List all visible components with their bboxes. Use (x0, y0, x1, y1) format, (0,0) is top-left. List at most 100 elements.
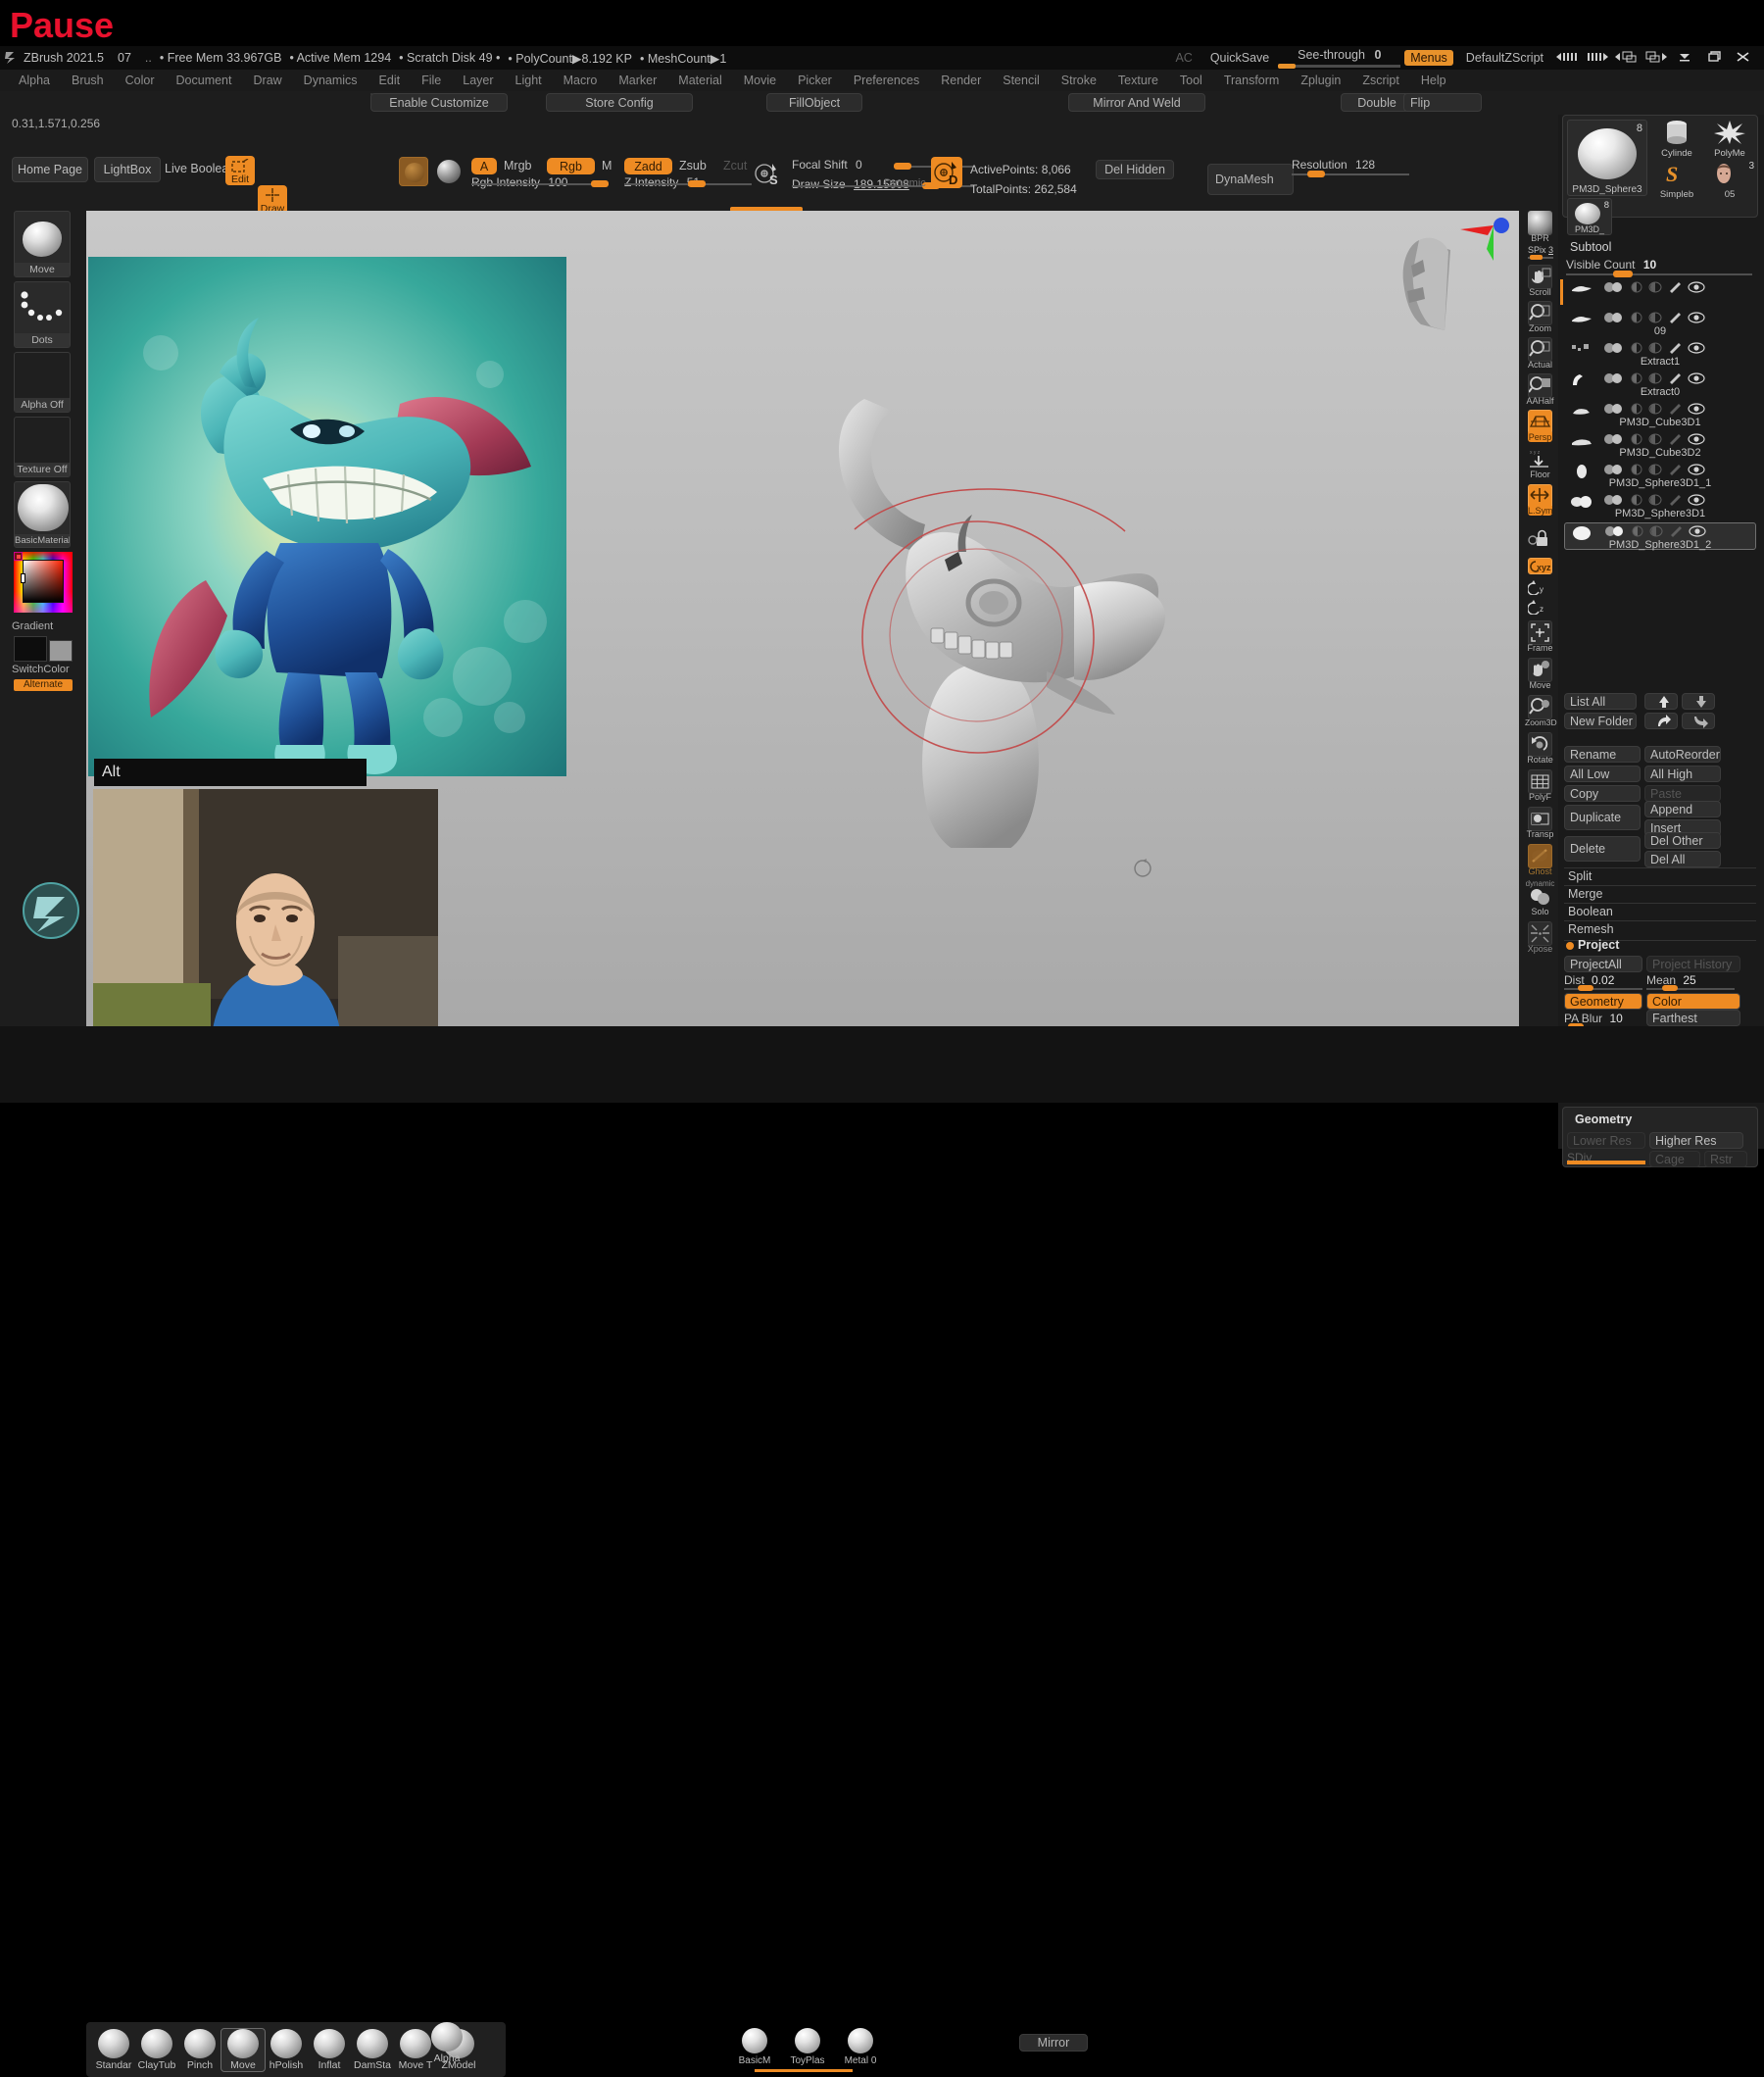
menu-item-movie[interactable]: Movie (733, 72, 787, 89)
dist-slider[interactable]: Dist 0.02 (1564, 973, 1642, 991)
material-button-0[interactable]: BasicM (735, 2028, 774, 2066)
subtool-eye-icon[interactable] (1688, 372, 1705, 387)
move-3d-button[interactable] (1528, 658, 1552, 682)
menu-item-color[interactable]: Color (115, 72, 166, 89)
sdiv-slider[interactable] (1567, 1161, 1645, 1164)
edit-mode-button[interactable]: Edit (225, 156, 255, 185)
subtool-transparency-icon[interactable] (1648, 403, 1662, 418)
subtool-polypaint-icon[interactable] (1631, 433, 1642, 448)
subtool-thumbnail[interactable] (1570, 342, 1595, 357)
subtool-edit-icon[interactable] (1669, 525, 1683, 540)
subtool-eye-icon[interactable] (1689, 525, 1706, 540)
brush-button-hpolish[interactable]: hPolish (265, 2028, 308, 2071)
menu-item-brush[interactable]: Brush (61, 72, 115, 89)
menu-item-document[interactable]: Document (166, 72, 243, 89)
subtool-eye-icon[interactable] (1688, 403, 1705, 418)
merge-section[interactable]: Merge (1568, 887, 1602, 901)
subtool-visibility-icons[interactable] (1603, 494, 1721, 509)
subtool-row[interactable]: Extract0 (1564, 371, 1756, 398)
brush-button-inflat[interactable]: Inflat (308, 2028, 351, 2071)
mrgb-button[interactable]: Mrgb (504, 159, 531, 173)
shelf-left-arrow-icon[interactable] (1552, 50, 1582, 66)
lightbox-button[interactable]: LightBox (94, 157, 161, 182)
subtool-thumbnail[interactable] (1570, 281, 1595, 296)
fill-object-button[interactable]: FillObject (766, 93, 862, 112)
menu-item-stencil[interactable]: Stencil (992, 72, 1051, 89)
subtool-row[interactable]: PM3D_Cube3D2 (1564, 431, 1756, 459)
subtool-polypaint-icon[interactable] (1631, 464, 1642, 478)
subtool-polypaint-icon[interactable] (1631, 372, 1642, 387)
perspective-button[interactable] (1528, 410, 1552, 434)
m-button[interactable]: M (602, 159, 612, 173)
material-sphere-button[interactable] (434, 157, 464, 186)
color-picker[interactable] (14, 552, 73, 618)
menu-item-draw[interactable]: Draw (243, 72, 293, 89)
remesh-section[interactable]: Remesh (1568, 922, 1614, 936)
subtool-edit-icon[interactable] (1668, 494, 1682, 509)
move-up-button[interactable] (1644, 693, 1678, 710)
gradient-label[interactable]: Gradient (12, 620, 53, 632)
zadd-button[interactable]: Zadd (624, 158, 672, 174)
farthest-button[interactable]: Farthest (1646, 1010, 1740, 1026)
alpha-quick-button[interactable]: Alpha (423, 2022, 470, 2064)
menu-item-help[interactable]: Help (1410, 72, 1457, 89)
subtool-visibility-icons[interactable] (1603, 281, 1721, 296)
subtool-toggle-icon[interactable] (1603, 281, 1625, 296)
polyframe-button[interactable] (1528, 769, 1552, 794)
subtool-eye-icon[interactable] (1688, 342, 1705, 357)
tool-cylinder[interactable]: Cylinde (1651, 120, 1702, 159)
alternate-button[interactable]: Alternate (14, 679, 73, 691)
material-quick-button[interactable] (399, 157, 428, 186)
tool-head-05[interactable]: 3 05 (1704, 161, 1755, 200)
subtool-visibility-icons[interactable] (1603, 372, 1721, 387)
list-all-button[interactable]: List All (1564, 693, 1637, 710)
subtool-visibility-icons[interactable] (1603, 464, 1721, 478)
subtool-thumbnail[interactable] (1570, 372, 1595, 387)
z-intensity-slider[interactable]: Z Intensity 51 (624, 175, 752, 191)
auto-reorder-button[interactable]: AutoReorder (1644, 746, 1721, 763)
brush-button-damsta[interactable]: DamSta (351, 2028, 394, 2071)
subtool-thumbnail[interactable] (1570, 464, 1595, 478)
subtool-visibility-icons[interactable] (1603, 403, 1721, 418)
mirror-button[interactable]: Mirror (1019, 2034, 1088, 2052)
subtool-eye-icon[interactable] (1688, 494, 1705, 509)
brush-button-move[interactable]: Move (220, 2027, 266, 2072)
project-expand-dot[interactable] (1566, 942, 1574, 950)
zsub-button[interactable]: Zsub (679, 159, 707, 173)
subtool-toggle-icon[interactable] (1603, 464, 1625, 478)
subtool-eye-icon[interactable] (1688, 312, 1705, 326)
move-forward-button[interactable] (1644, 713, 1678, 729)
subtool-toggle-icon[interactable] (1603, 342, 1625, 357)
current-tool-thumb[interactable]: 8 PM3D_Sphere3 (1567, 120, 1647, 196)
material-button-2[interactable]: Metal 0 (841, 2028, 880, 2066)
subtool-eye-icon[interactable] (1688, 433, 1705, 448)
subtool-transparency-icon[interactable] (1648, 281, 1662, 296)
rotate-y-button[interactable]: y (1527, 579, 1552, 596)
subtool-visibility-icons[interactable] (1604, 525, 1722, 540)
document-canvas[interactable]: Alt (23, 211, 1519, 1046)
material-swatch[interactable]: BasicMaterial (14, 481, 71, 548)
subtool-edit-icon[interactable] (1668, 342, 1682, 357)
menu-item-material[interactable]: Material (667, 72, 732, 89)
higher-res-button[interactable]: Higher Res (1649, 1132, 1743, 1149)
menu-item-zscript[interactable]: Zscript (1351, 72, 1410, 89)
transparency-button[interactable] (1528, 807, 1552, 831)
subtool-transparency-icon[interactable] (1648, 312, 1662, 326)
rotate-z-button[interactable]: z (1527, 599, 1552, 616)
subtool-thumbnail[interactable] (1570, 433, 1595, 448)
second-tool-thumb[interactable]: 8 PM3D_ (1567, 198, 1612, 235)
lock-button[interactable] (1528, 528, 1552, 553)
texture-swatch[interactable]: Texture Off (14, 417, 71, 477)
home-page-button[interactable]: Home Page (12, 157, 88, 182)
mean-slider[interactable]: Mean 25 (1646, 973, 1735, 991)
palette-right-icon[interactable] (1641, 50, 1670, 67)
subtool-visibility-icons[interactable] (1603, 312, 1721, 326)
subtool-polypaint-icon[interactable] (1631, 281, 1642, 296)
geometry-toggle-button[interactable]: Geometry (1564, 993, 1642, 1010)
menu-item-preferences[interactable]: Preferences (843, 72, 930, 89)
menu-item-light[interactable]: Light (505, 72, 553, 89)
menu-item-file[interactable]: File (411, 72, 452, 89)
visible-count-slider[interactable]: Visible Count 10 (1566, 258, 1752, 277)
subtool-edit-icon[interactable] (1668, 433, 1682, 448)
shelf-right-arrow-icon[interactable] (1582, 50, 1611, 66)
